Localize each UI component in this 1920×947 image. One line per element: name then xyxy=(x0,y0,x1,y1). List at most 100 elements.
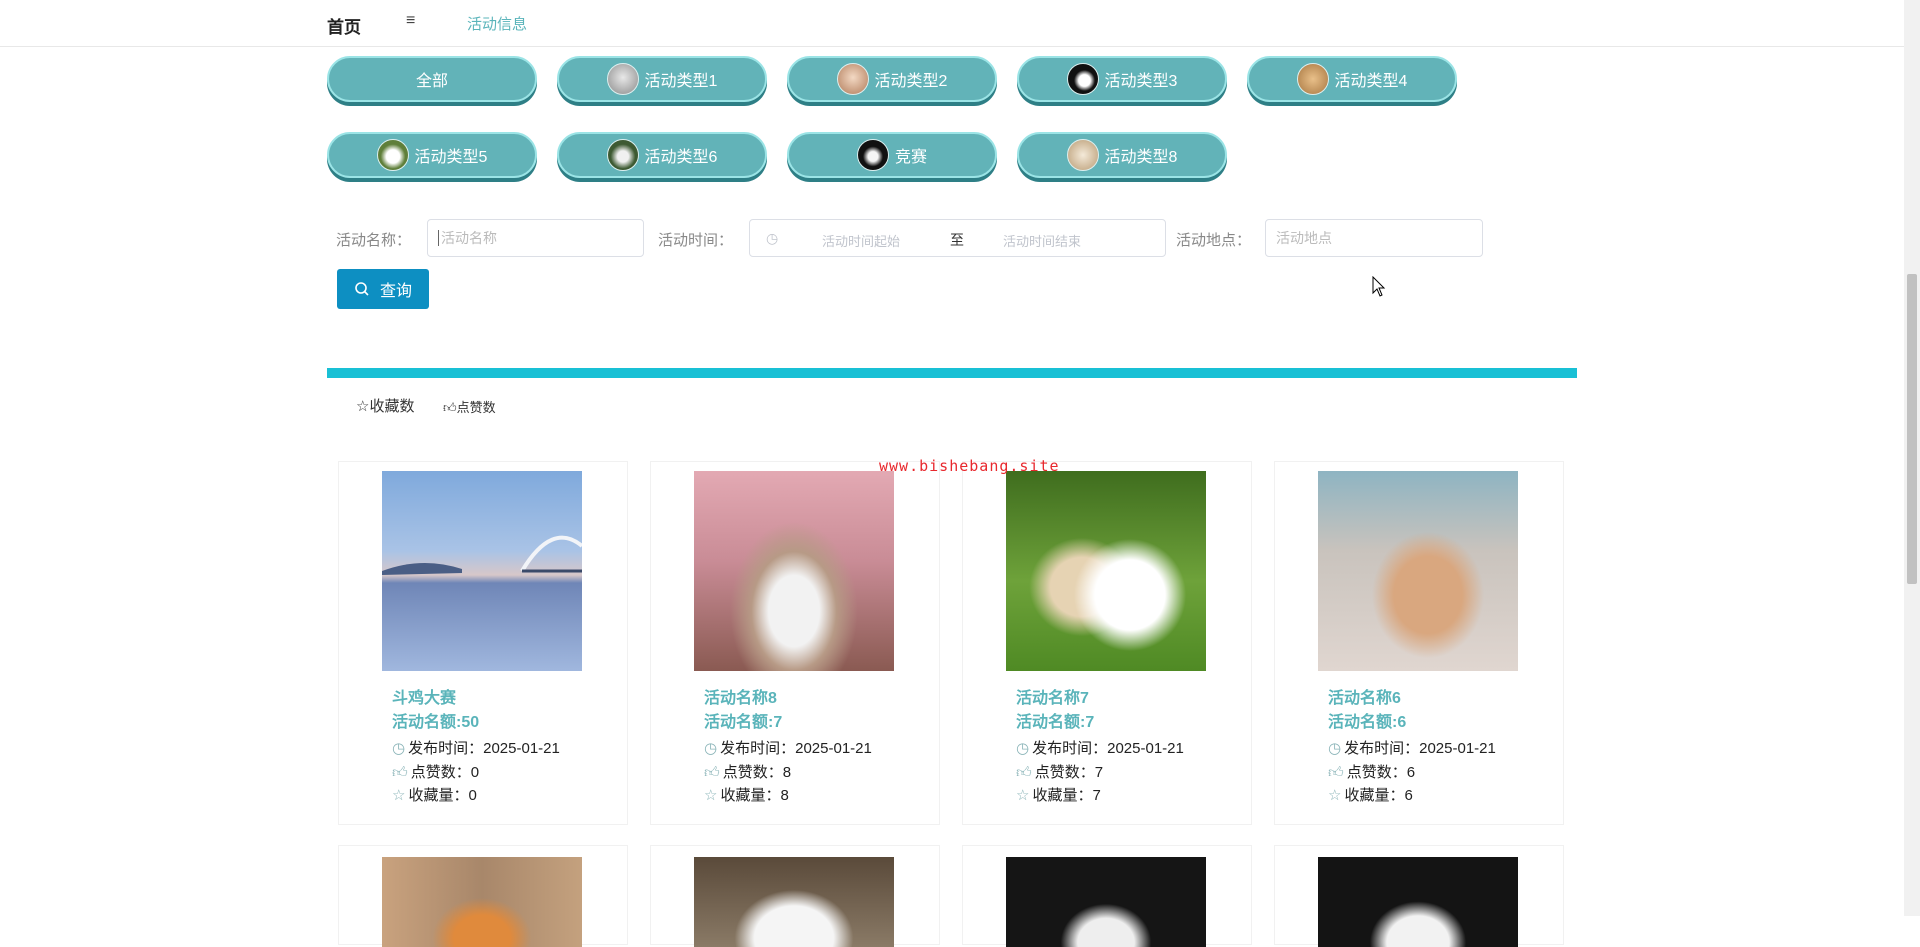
query-button-label: 查询 xyxy=(379,283,412,300)
publish-time-row: ◷ 发布时间：2025-01-21 xyxy=(1328,737,1496,758)
activity-name[interactable]: 斗鸡大赛 xyxy=(392,684,456,708)
category-all-button[interactable]: 全部 xyxy=(327,56,537,102)
activity-card[interactable]: 斗鸡大赛 活动名额:50 ◷ 发布时间：2025-01-21 👍︎ 点赞数：0 ☆ 收… xyxy=(338,461,628,825)
star-icon: ☆ xyxy=(1016,787,1030,804)
publish-label: 发布时间： xyxy=(1032,740,1108,757)
favorites-row: ☆ 收藏量：6 xyxy=(1328,784,1413,805)
publish-time-row: ◷ 发布时间：2025-01-21 xyxy=(704,737,872,758)
likes-label: 点赞数： xyxy=(722,764,783,781)
query-button[interactable]: 查询 xyxy=(337,269,429,309)
category-label: 竞赛 xyxy=(894,149,927,166)
publish-label: 发布时间： xyxy=(408,740,484,757)
search-icon xyxy=(355,282,369,296)
category-label: 活动类型2 xyxy=(874,73,948,90)
menu-icon[interactable]: ≡ xyxy=(406,12,415,30)
category-type1-button[interactable]: 活动类型1 xyxy=(557,56,767,102)
activity-time-label: 活动时间： xyxy=(658,232,734,249)
section-divider xyxy=(327,368,1577,378)
time-start-placeholder[interactable]: 活动时间起始 xyxy=(822,231,900,250)
favorites-count: 0 xyxy=(468,787,477,804)
favorites-count: 7 xyxy=(1092,787,1101,804)
activity-card[interactable] xyxy=(1274,845,1564,947)
favorites-row: ☆ 收藏量：8 xyxy=(704,784,789,805)
nav-home-link[interactable]: 首页 xyxy=(327,13,361,38)
activity-name-placeholder: 活动名称 xyxy=(438,230,497,246)
category-thumb-icon xyxy=(606,63,639,95)
publish-label: 发布时间： xyxy=(1344,740,1420,757)
category-label: 活动类型6 xyxy=(644,149,718,166)
category-type5-button[interactable]: 活动类型5 xyxy=(327,132,537,178)
activity-card[interactable] xyxy=(650,845,940,947)
thumbs-up-icon: 👍︎ xyxy=(1016,764,1032,781)
activity-quota: 活动名额:7 xyxy=(704,714,783,731)
category-contest-button[interactable]: 竞赛 xyxy=(787,132,997,178)
likes-row: 👍︎ 点赞数：6 xyxy=(1328,761,1415,782)
activity-image xyxy=(1006,471,1206,671)
clock-icon: ◷ xyxy=(704,740,718,757)
thumbs-up-icon: 👍︎ xyxy=(704,764,720,781)
likes-row: 👍︎ 点赞数：7 xyxy=(1016,761,1103,782)
thumbs-up-icon: 👍︎ xyxy=(392,764,408,781)
activity-image xyxy=(1006,857,1206,947)
category-thumb-icon xyxy=(1066,139,1099,171)
category-type8-button[interactable]: 活动类型8 xyxy=(1017,132,1227,178)
category-thumb-icon xyxy=(1066,63,1099,95)
activity-image xyxy=(694,857,894,947)
clock-icon: ◷ xyxy=(1328,740,1342,757)
likes-count: 6 xyxy=(1406,764,1416,781)
sort-by-likes[interactable]: 👍︎点赞数 xyxy=(443,397,496,416)
likes-row: 👍︎ 点赞数：8 xyxy=(704,761,791,782)
nav-activity-info-link[interactable]: 活动信息 xyxy=(467,13,527,34)
category-label: 活动类型8 xyxy=(1104,149,1178,166)
activity-card[interactable] xyxy=(338,845,628,947)
activity-card[interactable]: 活动名称6 活动名额:6 ◷ 发布时间：2025-01-21 👍︎ 点赞数：6 ☆ 收… xyxy=(1274,461,1564,825)
category-thumb-icon xyxy=(836,63,869,95)
likes-label: 点赞数： xyxy=(410,764,471,781)
category-type2-button[interactable]: 活动类型2 xyxy=(787,56,997,102)
scrollbar-thumb[interactable] xyxy=(1907,274,1917,584)
publish-time-row: ◷ 发布时间：2025-01-21 xyxy=(1016,737,1184,758)
favorites-label: 收藏量： xyxy=(720,787,781,804)
category-thumb-icon xyxy=(376,139,409,171)
sort-by-favorites[interactable]: ☆收藏数 xyxy=(356,395,414,416)
likes-row: 👍︎ 点赞数：0 xyxy=(392,761,479,782)
activity-quota: 活动名额:50 xyxy=(392,714,480,731)
publish-time-row: ◷ 发布时间：2025-01-21 xyxy=(392,737,560,758)
time-range-separator: 至 xyxy=(950,232,964,248)
publish-label: 发布时间： xyxy=(720,740,796,757)
category-label: 全部 xyxy=(415,73,448,90)
likes-label: 点赞数： xyxy=(1034,764,1095,781)
activity-card[interactable] xyxy=(962,845,1252,947)
publish-date: 2025-01-21 xyxy=(1419,740,1496,757)
favorites-label: 收藏量： xyxy=(408,787,469,804)
activity-place-placeholder: 活动地点 xyxy=(1276,230,1332,246)
category-label: 活动类型1 xyxy=(644,73,718,90)
activity-name[interactable]: 活动名称6 xyxy=(1328,684,1401,708)
time-end-placeholder[interactable]: 活动时间结束 xyxy=(1003,231,1081,250)
activity-place-input[interactable]: 活动地点 xyxy=(1265,219,1483,257)
category-type4-button[interactable]: 活动类型4 xyxy=(1247,56,1457,102)
category-type3-button[interactable]: 活动类型3 xyxy=(1017,56,1227,102)
category-type6-button[interactable]: 活动类型6 xyxy=(557,132,767,178)
publish-date: 2025-01-21 xyxy=(483,740,560,757)
publish-date: 2025-01-21 xyxy=(1107,740,1184,757)
activity-name-input[interactable]: 活动名称 xyxy=(427,219,644,257)
star-icon: ☆ xyxy=(704,787,718,804)
activity-image xyxy=(1318,471,1518,671)
activity-name[interactable]: 活动名称7 xyxy=(1016,684,1089,708)
sort-likes-label: 点赞数 xyxy=(456,400,496,415)
likes-count: 7 xyxy=(1094,764,1104,781)
activity-card[interactable]: 活动名称7 活动名额:7 ◷ 发布时间：2025-01-21 👍︎ 点赞数：7 ☆ 收… xyxy=(962,461,1252,825)
activity-quota: 活动名额:7 xyxy=(1016,714,1095,731)
favorites-row: ☆ 收藏量：7 xyxy=(1016,784,1101,805)
star-icon: ☆ xyxy=(1328,787,1342,804)
favorites-count: 6 xyxy=(1404,787,1413,804)
sort-favorites-label: 收藏数 xyxy=(369,398,415,415)
page-scrollbar[interactable] xyxy=(1904,0,1920,916)
activity-name-label: 活动名称： xyxy=(336,232,412,249)
thumbs-up-icon: 👍︎ xyxy=(1328,764,1344,781)
publish-date: 2025-01-21 xyxy=(795,740,872,757)
activity-card[interactable]: 活动名称8 活动名额:7 ◷ 发布时间：2025-01-21 👍︎ 点赞数：8 ☆ 收… xyxy=(650,461,940,825)
activity-name[interactable]: 活动名称8 xyxy=(704,684,777,708)
category-thumb-icon xyxy=(606,139,639,171)
